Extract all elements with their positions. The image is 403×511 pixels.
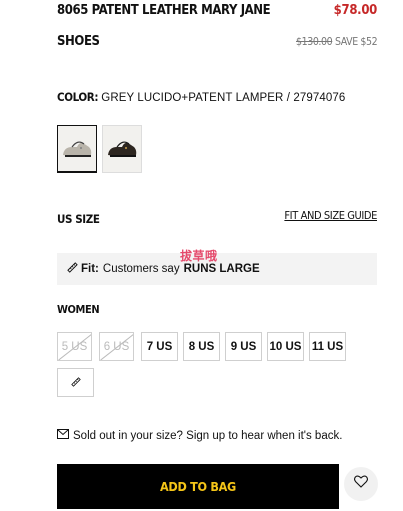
size-option-10[interactable]: 10 US (267, 332, 304, 361)
color-row: COLOR: GREY LUCIDO+PATENT LAMPER / 27974… (57, 90, 345, 104)
color-label: COLOR: (57, 90, 99, 104)
size-guide-link[interactable]: FIT AND SIZE GUIDE (284, 209, 377, 222)
size-label: US SIZE (57, 212, 100, 226)
ruler-icon (67, 262, 78, 276)
color-swatch-black[interactable] (102, 125, 142, 173)
mail-icon (57, 429, 69, 442)
measure-button[interactable] (57, 368, 94, 397)
fit-label: Fit: (81, 263, 99, 275)
color-value: GREY LUCIDO+PATENT LAMPER / 27974076 (101, 92, 346, 104)
watermark: 拔草哦 (180, 249, 218, 263)
add-to-bag-button[interactable]: ADD TO BAG (57, 464, 339, 509)
size-option-9[interactable]: 9 US (225, 332, 262, 361)
size-option-11[interactable]: 11 US (309, 332, 346, 361)
ruler-icon (70, 374, 81, 392)
size-option-8[interactable]: 8 US (183, 332, 220, 361)
original-price: $130.00 (296, 36, 333, 48)
product-title: 8065 PATENT LEATHER MARY JANE (57, 3, 271, 18)
product-price: $78.00 (333, 3, 378, 18)
size-option-5[interactable]: 5 US (57, 332, 92, 361)
shoe-black-image (103, 126, 141, 172)
product-title-line2: SHOES (57, 34, 100, 49)
heart-icon (354, 475, 368, 493)
size-option-7[interactable]: 7 US (141, 332, 178, 361)
shoe-grey-image (58, 126, 96, 171)
fit-text: Customers say (102, 263, 180, 275)
soldout-text: Sold out in your size? Sign up to hear w… (73, 429, 343, 442)
size-option-6[interactable]: 6 US (99, 332, 134, 361)
save-amount: SAVE $52 (335, 36, 378, 48)
wishlist-button[interactable] (344, 467, 378, 501)
color-swatch-grey[interactable] (57, 125, 97, 173)
soldout-notify-link[interactable]: Sold out in your size? Sign up to hear w… (57, 429, 342, 442)
fit-value: RUNS LARGE (183, 263, 260, 275)
size-group-label: WOMEN (57, 303, 100, 316)
